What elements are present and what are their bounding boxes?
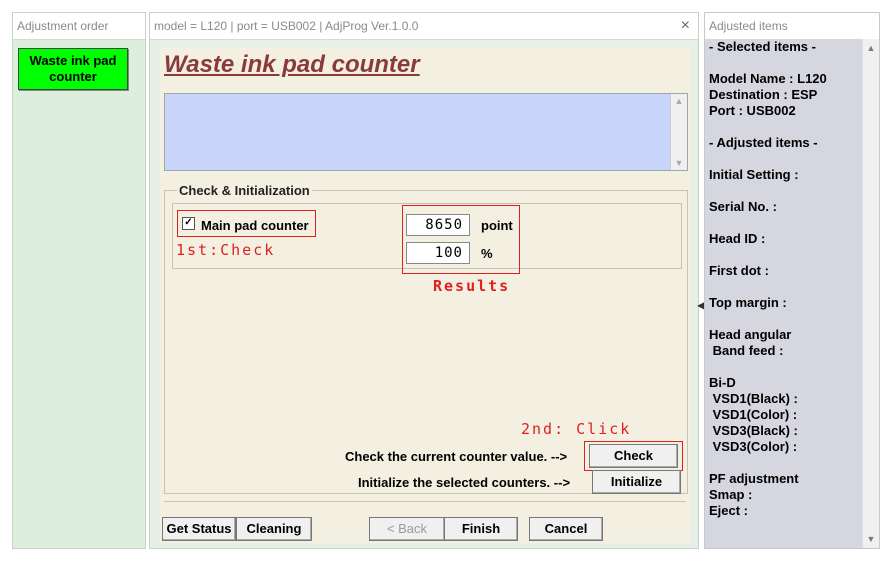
- scroll-up-icon[interactable]: ▲: [671, 96, 687, 106]
- footer-divider: [164, 501, 686, 502]
- scroll-down-icon[interactable]: ▼: [863, 534, 879, 544]
- back-button[interactable]: < Back: [369, 517, 445, 541]
- adjustment-order-title: Adjustment order: [13, 13, 145, 40]
- main-pad-checkbox[interactable]: ✓: [182, 217, 195, 230]
- second-click-annotation: 2nd: Click: [521, 420, 632, 438]
- get-status-button[interactable]: Get Status: [162, 517, 236, 541]
- percent-value-field: 100: [406, 242, 470, 264]
- main-pad-counter-label[interactable]: Main pad counter: [201, 218, 309, 233]
- checkbox-check-icon: ✓: [184, 217, 193, 228]
- textarea-scrollbar[interactable]: ▲ ▼: [670, 94, 687, 170]
- message-textarea[interactable]: ▲ ▼: [164, 93, 688, 171]
- check-button[interactable]: Check: [589, 444, 678, 468]
- check-initialization-group: Check & Initialization ✓ Main pad counte…: [164, 183, 688, 494]
- adjusted-items-list: - Selected items - Model Name : L120 Des…: [709, 39, 827, 518]
- scroll-up-icon[interactable]: ▲: [863, 43, 879, 53]
- counter-value-field: 8650: [406, 214, 470, 236]
- scroll-down-icon[interactable]: ▼: [671, 158, 687, 168]
- adjustment-order-window: Adjustment order Waste ink pad counter: [12, 12, 146, 549]
- main-window-title-text: model = L120 | port = USB002 | AdjProg V…: [154, 19, 419, 33]
- adjusted-items-window: Adjusted items - Selected items - Model …: [704, 12, 880, 549]
- page-title: Waste ink pad counter: [164, 51, 420, 78]
- cancel-button[interactable]: Cancel: [529, 517, 603, 541]
- waste-ink-dialog: Waste ink pad counter ▲ ▼ Check & Initia…: [160, 47, 690, 543]
- first-check-annotation: 1st:Check: [176, 241, 276, 259]
- percent-unit: %: [481, 246, 493, 261]
- cleaning-button[interactable]: Cleaning: [236, 517, 312, 541]
- adjusted-items-title: Adjusted items: [705, 13, 879, 40]
- counter-unit: point: [481, 218, 513, 233]
- adjusted-items-scrollbar[interactable]: ▲ ▼: [862, 39, 879, 548]
- waste-ink-pad-counter-button[interactable]: Waste ink pad counter: [18, 48, 128, 90]
- initialize-instruction-label: Initialize the selected counters. -->: [358, 475, 571, 490]
- check-instruction-label: Check the current counter value. -->: [345, 449, 568, 464]
- adjprog-main-window: model = L120 | port = USB002 | AdjProg V…: [149, 12, 699, 549]
- main-window-title: model = L120 | port = USB002 | AdjProg V…: [150, 13, 698, 40]
- results-annotation: Results: [433, 277, 511, 295]
- finish-button[interactable]: Finish: [444, 517, 518, 541]
- group-title: Check & Initialization: [177, 183, 312, 198]
- initialize-button[interactable]: Initialize: [592, 470, 681, 494]
- close-icon[interactable]: ×: [681, 13, 690, 39]
